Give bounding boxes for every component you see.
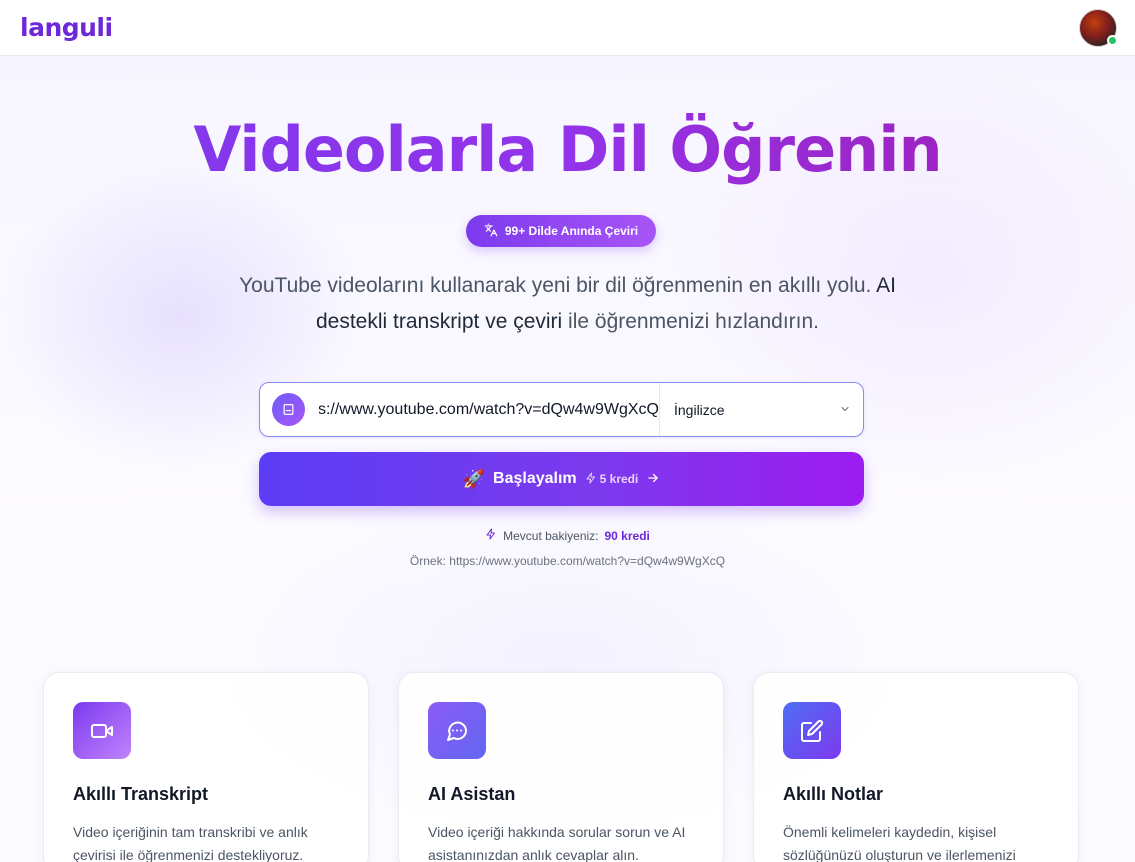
start-cost: 5 kredi — [585, 472, 639, 487]
credit-balance: Mevcut bakiyeniz: 90 kredi — [0, 528, 1135, 543]
translation-badge: 99+ Dilde Anında Çeviri — [466, 215, 656, 247]
balance-label: Mevcut bakiyeniz: — [503, 528, 599, 543]
subtitle-text: YouTube videolarını kullanarak yeni bir … — [239, 274, 877, 297]
lightning-icon — [585, 472, 597, 487]
brand-logo[interactable]: languli — [20, 13, 113, 42]
lightning-icon — [485, 528, 497, 543]
feature-title: AI Asistan — [428, 784, 516, 804]
online-status-indicator — [1107, 34, 1118, 46]
page-title: Videolarla Dil Öğrenin — [0, 113, 1135, 186]
feature-card-notes: Akıllı Notlar Önemli kelimeleri kaydedin… — [753, 672, 1079, 862]
feature-description: Video içeriği hakkında sorular sorun ve … — [428, 824, 686, 862]
start-button-label: Başlayalım — [493, 470, 577, 487]
user-menu[interactable] — [1079, 8, 1118, 47]
rocket-icon: 🚀 — [462, 468, 486, 489]
video-link-icon — [272, 393, 305, 426]
chat-icon — [428, 702, 486, 759]
badge-label: 99+ Dilde Anında Çeviri — [504, 224, 639, 238]
start-cost-label: 5 kredi — [599, 472, 639, 486]
feature-title: Akıllı Transkript — [73, 784, 209, 804]
language-select[interactable]: İngilizce — [660, 383, 863, 436]
edit-icon — [783, 702, 841, 759]
balance-amount: 90 kredi — [604, 528, 650, 543]
arrow-right-icon — [646, 471, 660, 488]
example-url-hint: Örnek: https://www.youtube.com/watch?v=d… — [409, 554, 726, 568]
top-navbar: languli — [0, 0, 1135, 56]
start-button[interactable]: 🚀 Başlayalım 5 kredi — [259, 452, 864, 506]
translate-icon — [484, 223, 498, 240]
video-icon — [73, 702, 131, 759]
feature-card-transcript: Akıllı Transkript Video içeriğinin tam t… — [43, 672, 369, 862]
hero-subtitle: YouTube videolarını kullanarak yeni bir … — [210, 268, 925, 340]
subtitle-text-end: ile öğrenmenizi hızlandırın. — [562, 310, 820, 333]
feature-card-assistant: AI Asistan Video içeriği hakkında sorula… — [398, 672, 724, 862]
video-url-form: İngilizce — [259, 382, 864, 437]
feature-description: Video içeriğinin tam transkribi ve anlık… — [73, 824, 308, 862]
chevron-down-icon — [839, 402, 851, 418]
feature-description: Önemli kelimeleri kaydedin, kişisel sözl… — [783, 824, 1016, 862]
youtube-url-input[interactable] — [319, 383, 659, 436]
feature-title: Akıllı Notlar — [783, 784, 884, 804]
language-selected-value: İngilizce — [674, 401, 725, 418]
